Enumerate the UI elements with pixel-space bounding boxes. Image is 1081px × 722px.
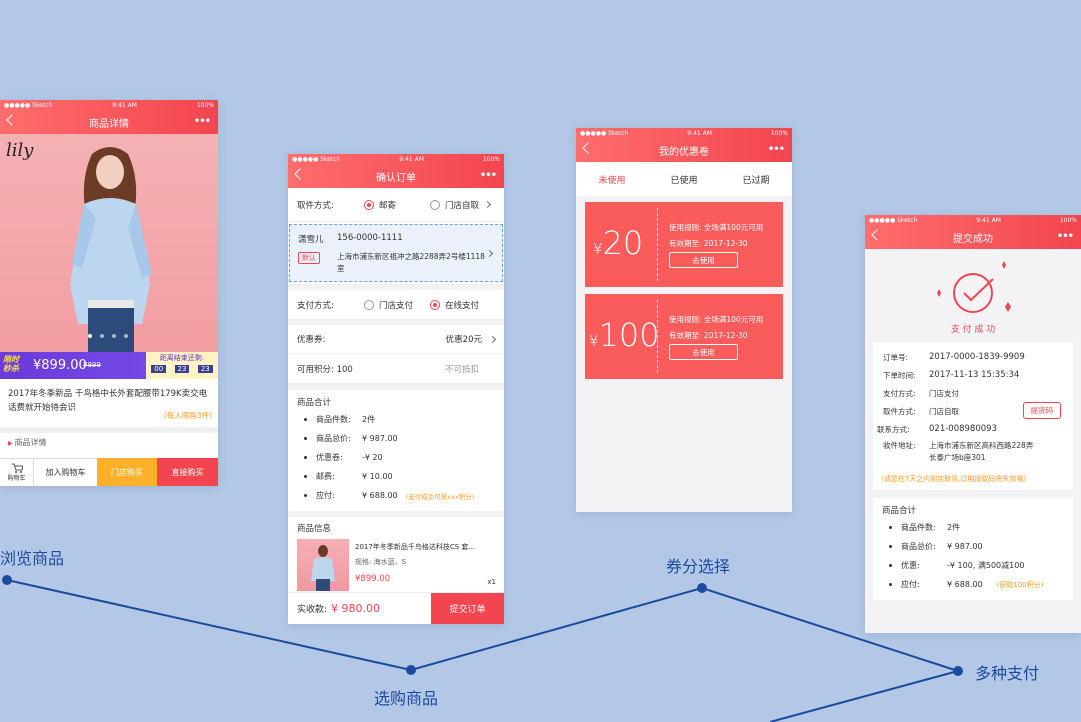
tab-used[interactable]: 已使用 [648,173,720,186]
use-coupon-button[interactable]: 去使用 [669,252,738,268]
order-summary: 商品合计 商品件数: 2件 商品总价: ¥ 987.00 优惠: -¥ 100, 满5… [873,498,1073,600]
old-price: ¥899 [83,361,101,369]
pickup-code-button[interactable]: 提货码 [1022,402,1061,419]
order-details: 订单号: 2017-0000-1839-9909 下单时间: 2017-11-13 … [873,342,1073,490]
product-image: lily [0,134,218,352]
flow-dot-2 [406,665,416,675]
product-thumbnail [297,539,349,591]
order-summary: 商品合计 商品件数: 2件 商品总价: ¥ 987.00 优惠卷: -¥ 20 邮费:… [288,384,504,505]
online-pay-option[interactable]: 在线支付 [430,299,479,311]
coupon-tabs: 未使用 已使用 已过期 [576,162,792,196]
checkout-bar: 实收款: ¥ 980.00 提交订单 [288,592,504,624]
default-tag: 默认 [298,252,320,264]
address-card[interactable]: 潇雪儿 156-0000-1111 默认 上海市浦东新区祖冲之路2288弄2号楼… [289,224,503,282]
submit-order-button[interactable]: 提交订单 [431,593,504,624]
pickup-method-row: 取件方式: 邮寄 门店自取 [288,188,504,222]
mail-option[interactable]: 邮寄 [364,199,430,211]
cart-icon [11,463,23,473]
page-title: 我的优惠卷 [659,147,709,158]
carousel-dots[interactable] [88,334,128,338]
bottom-bar: 购物车 加入购物车 门店购买 直接购买 [0,458,218,486]
page-title: 确认订单 [376,173,416,184]
store-pickup-option[interactable]: 门店自取 [430,199,479,211]
status-bar: ●●●●● Sketch 9:41 AM 100% [869,217,1077,224]
page-title: 商品详情 [89,119,129,130]
sale-price: ¥899.00 [33,358,87,373]
purchase-limit: (每人限购3件) [163,411,212,420]
direct-buy-button[interactable]: 直接购买 [157,458,218,486]
flash-sale-badge: 限时 秒杀 [3,355,19,373]
back-icon[interactable] [582,142,594,154]
back-icon[interactable] [6,114,18,126]
chevron-right-icon [483,200,492,209]
product-detail-screen: ●●●●● Sketch 9:41 AM 100% 商品详情 ••• lily 限时秒… [0,100,218,486]
cart-button[interactable]: 购物车 [0,458,33,486]
store-buy-button[interactable]: 门店购买 [97,458,157,486]
store-pay-option[interactable]: 门店支付 [364,299,430,311]
more-icon[interactable]: ••• [194,116,211,127]
points-row: 可用积分: 100 不可抵扣 [288,354,504,384]
back-icon[interactable] [294,168,306,180]
promo-bar: 限时 秒杀 ¥899.00 ¥899 距离结束还剩: 00:23:23 [0,352,218,379]
product-info: 商品信息 2017年冬季新品千鸟格达科技CS 套... 规格: 海水蓝、S ¥8… [288,511,504,591]
chevron-right-icon [488,335,497,343]
status-bar: ●●●●● Sketch 9:41 AM 100% [580,130,788,137]
tab-unused[interactable]: 未使用 [576,173,648,186]
product-description: 2017年冬季新品 千鸟格中长外套配腰带179K卖交电话费就开始待会识 (每人限… [0,379,218,427]
coupon-row[interactable]: 优惠券: 优惠20元 [288,320,504,354]
payment-success-screen: ●●●●● Sketch 9:41 AM 100% 提交成功 ••• 支 付 成 功 … [865,215,1081,633]
more-icon[interactable]: ••• [480,170,497,181]
countdown: 距离结束还剩: 00:23:23 [146,352,218,379]
back-icon[interactable] [871,229,883,241]
more-icon[interactable]: ••• [1057,231,1074,242]
chevron-right-icon [485,249,494,258]
flow-label-pay: 多种支付 [975,664,1040,683]
my-coupons-screen: ●●●●● Sketch 9:41 AM 100% 我的优惠卷 ••• 未使用 已使用… [576,128,792,512]
page-title: 提交成功 [953,234,993,245]
coupon-card: ¥100 使用规则: 全场满100元可用 有效期至: 2017-12-30 去使… [585,294,783,379]
payment-success-text: 支 付 成 功 [950,325,996,335]
payment-method-row: 支付方式: 门店支付 在线支付 [288,284,504,320]
model-figure [70,147,152,352]
detail-link[interactable]: ▶ 商品详情 [0,427,218,452]
tab-expired[interactable]: 已过期 [720,173,792,186]
use-coupon-button[interactable]: 去使用 [669,344,738,360]
coupon-card: ¥20 使用规则: 全场满100元可用 有效期至: 2017-12-30 去使用 [585,202,783,287]
add-to-cart-button[interactable]: 加入购物车 [33,458,97,486]
flow-dot-4 [953,666,963,676]
status-bar: ●●●●● Sketch 9:41 AM 100% [4,102,214,109]
success-check-icon [937,261,1011,313]
flow-label-browse: 浏览商品 [0,549,65,568]
flow-label-coupon: 券分选择 [666,557,731,576]
flow-label-select: 选购商品 [374,689,439,708]
more-icon[interactable]: ••• [768,144,785,155]
confirm-order-screen: ●●●●● Sketch 9:41 AM 100% 确认订单 ••• 取件方式: 邮寄… [288,154,504,624]
flow-dot-3 [697,583,707,593]
status-bar: ●●●●● Sketch 9:41 AM 100% [292,156,500,163]
flow-dot-1 [2,575,12,585]
